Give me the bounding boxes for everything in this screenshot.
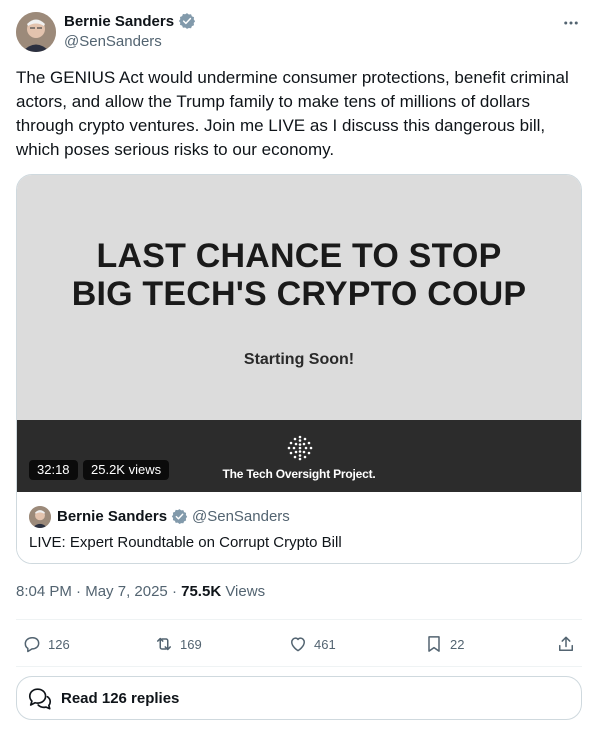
globe-logo-icon bbox=[287, 435, 313, 461]
repost-icon bbox=[157, 637, 171, 651]
author-name-text: Bernie Sanders bbox=[64, 12, 175, 30]
quoted-broadcast[interactable]: Bernie Sanders @SenSanders LIVE: Expert … bbox=[17, 492, 581, 563]
video-subtitle: Starting Soon! bbox=[243, 351, 355, 368]
quote-title: LIVE: Expert Roundtable on Corrupt Crypt… bbox=[29, 534, 342, 551]
video-views-badge: 25.2K views bbox=[83, 460, 170, 480]
video-player[interactable]: LAST CHANCE TO STOP BIG TECH'S CRYPTO CO… bbox=[17, 175, 581, 492]
bookmark-button[interactable]: 22 bbox=[424, 632, 464, 656]
read-replies-label: Read 126 replies bbox=[61, 689, 180, 707]
tweet-time[interactable]: 8:04 PM bbox=[16, 583, 72, 600]
like-button[interactable]: 461 bbox=[288, 632, 336, 656]
heart-icon bbox=[291, 637, 305, 652]
reply-icon bbox=[24, 637, 40, 653]
views-label: Views bbox=[225, 583, 266, 600]
bookmark-icon bbox=[428, 636, 440, 652]
meta-separator: · bbox=[171, 583, 182, 600]
share-button[interactable] bbox=[556, 632, 576, 656]
divider bbox=[16, 619, 582, 620]
author-handle[interactable]: @SenSanders bbox=[64, 33, 162, 50]
tweet-date[interactable]: May 7, 2025 bbox=[85, 583, 168, 600]
avatar-image bbox=[16, 12, 56, 52]
verified-badge-icon bbox=[171, 509, 188, 524]
more-icon bbox=[564, 21, 578, 25]
tweet-text: The GENIUS Act would undermine consumer … bbox=[16, 68, 569, 159]
video-headline-line2: BIG TECH'S CRYPTO COUP bbox=[71, 275, 527, 313]
conversation-icon bbox=[28, 688, 52, 710]
views-count: 75.5K bbox=[181, 583, 222, 600]
share-icon bbox=[559, 636, 573, 651]
avatar[interactable] bbox=[16, 12, 56, 52]
verified-badge-icon[interactable] bbox=[178, 12, 196, 30]
bookmark-count: 22 bbox=[450, 636, 465, 652]
read-replies-button[interactable]: Read 126 replies bbox=[16, 676, 582, 720]
like-count: 461 bbox=[314, 636, 336, 652]
quote-author-name: Bernie Sanders bbox=[57, 508, 188, 525]
quote-author-name-text: Bernie Sanders bbox=[57, 508, 168, 525]
quote-author-handle: @SenSanders bbox=[192, 508, 290, 525]
repost-button[interactable]: 169 bbox=[154, 632, 202, 656]
divider bbox=[16, 666, 582, 667]
reply-count: 126 bbox=[48, 636, 70, 652]
more-options-button[interactable] bbox=[560, 12, 582, 34]
media-card[interactable]: LAST CHANCE TO STOP BIG TECH'S CRYPTO CO… bbox=[16, 174, 582, 564]
video-duration-badge: 32:18 bbox=[29, 460, 78, 480]
meta-separator: · bbox=[76, 583, 86, 600]
author-name[interactable]: Bernie Sanders bbox=[64, 12, 196, 30]
reply-button[interactable]: 126 bbox=[22, 632, 70, 656]
repost-count: 169 bbox=[180, 636, 202, 652]
video-headline-line1: LAST CHANCE TO STOP bbox=[96, 237, 502, 275]
quote-avatar bbox=[29, 506, 51, 528]
tweet-meta: 8:04 PM · May 7, 2025 · 75.5K Views bbox=[16, 583, 265, 600]
quote-avatar-image bbox=[29, 506, 51, 528]
